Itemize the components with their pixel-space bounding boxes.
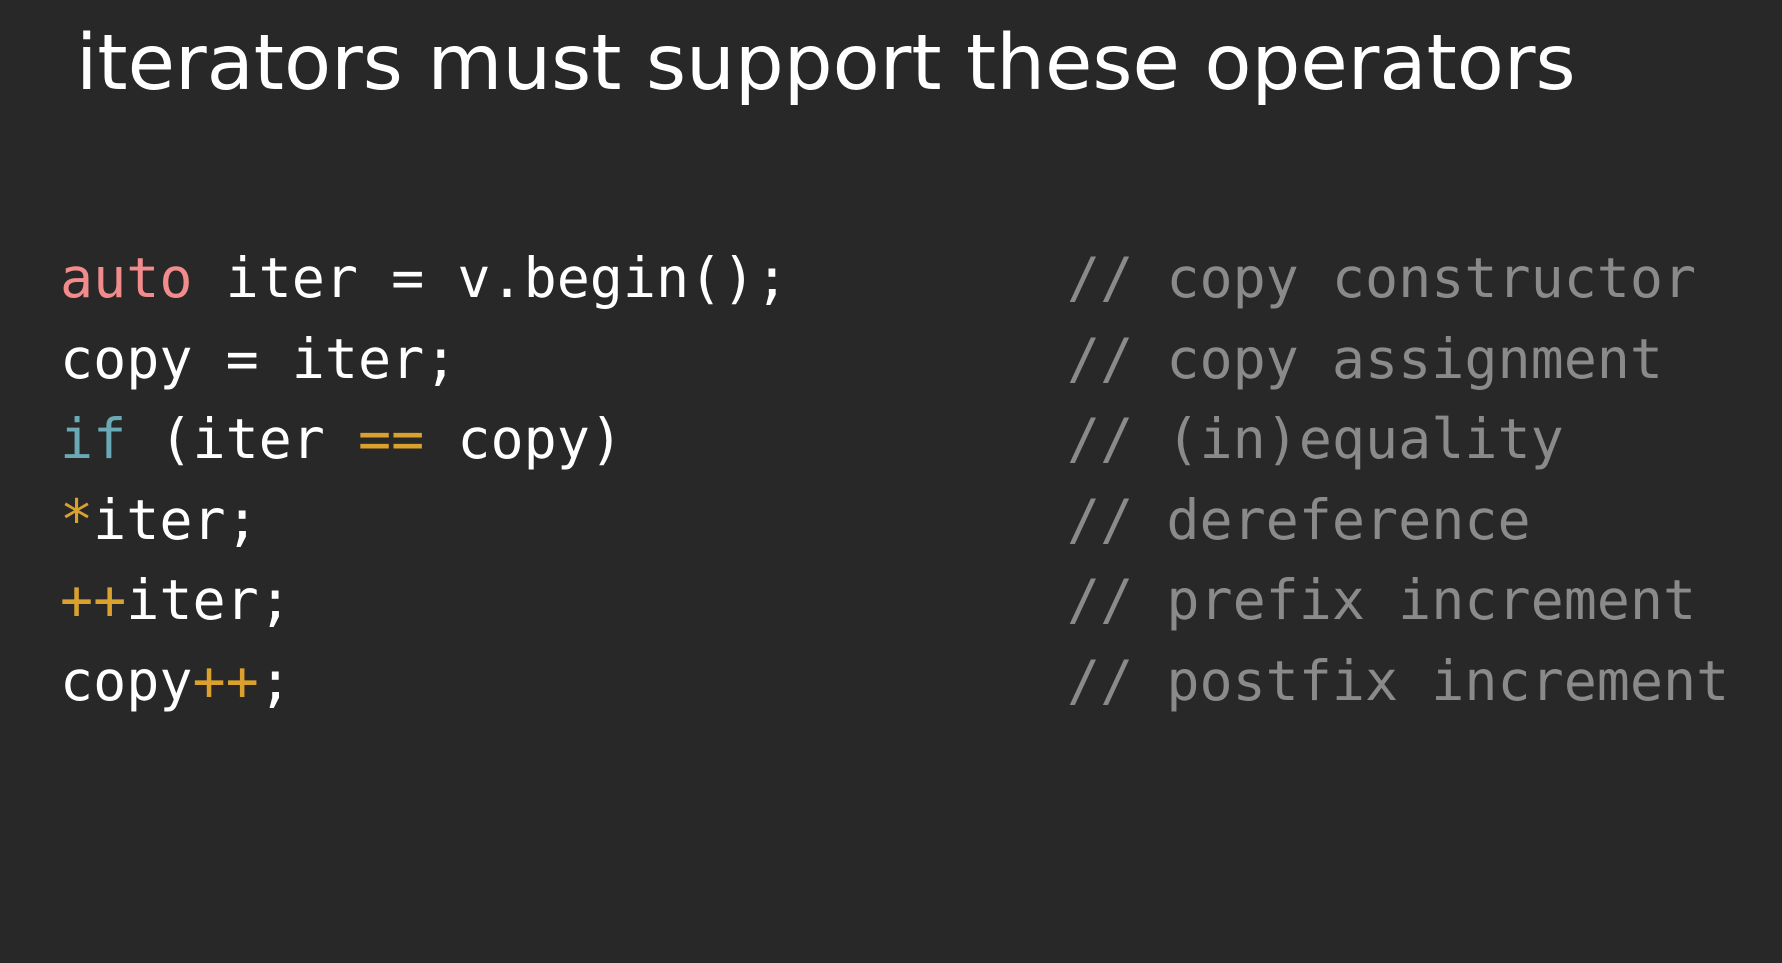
code-token: copy <box>60 648 193 713</box>
operator-token: ++ <box>60 568 127 632</box>
code-line: if (iter == copy) // (in)equality <box>60 399 1760 480</box>
code-line: copy = iter; // copy assignment <box>60 319 1760 400</box>
code-line: copy++; // postfix increment <box>60 641 1760 722</box>
code-comment: // postfix increment <box>1067 648 1730 713</box>
code-comment: // (in)equality <box>1067 407 1564 471</box>
code-comment: // copy assignment <box>1067 326 1664 391</box>
code-statement: copy = iter; <box>60 319 457 400</box>
code-token: (iter <box>126 407 359 471</box>
code-line: auto iter = v.begin(); // copy construct… <box>60 238 1760 319</box>
code-statement: copy++; <box>60 641 292 722</box>
operator-token: == <box>358 407 425 471</box>
code-token: copy = iter; <box>60 326 458 391</box>
keyword-token: if <box>60 407 127 471</box>
code-token: copy) <box>424 407 623 471</box>
code-block: auto iter = v.begin(); // copy construct… <box>60 238 1760 721</box>
code-comment: // copy constructor <box>1067 246 1697 310</box>
code-token: iter; <box>126 568 292 632</box>
slide-title: iterators must support these operators <box>76 19 1576 108</box>
code-line: *iter; // dereference <box>60 480 1760 561</box>
code-token: iter; <box>93 487 259 552</box>
code-statement: ++iter; <box>60 560 292 641</box>
code-statement: auto iter = v.begin(); <box>60 238 788 319</box>
code-comment: // dereference <box>1067 487 1531 552</box>
code-token: iter = v.begin(); <box>192 246 789 310</box>
code-statement: *iter; <box>60 480 259 561</box>
code-comment: // prefix increment <box>1067 568 1697 632</box>
operator-token: * <box>60 487 94 552</box>
operator-token: ++ <box>192 648 259 713</box>
code-statement: if (iter == copy) <box>60 399 623 480</box>
code-token: ; <box>258 648 292 713</box>
code-line: ++iter; // prefix increment <box>60 560 1760 641</box>
keyword-token: auto <box>60 246 193 310</box>
